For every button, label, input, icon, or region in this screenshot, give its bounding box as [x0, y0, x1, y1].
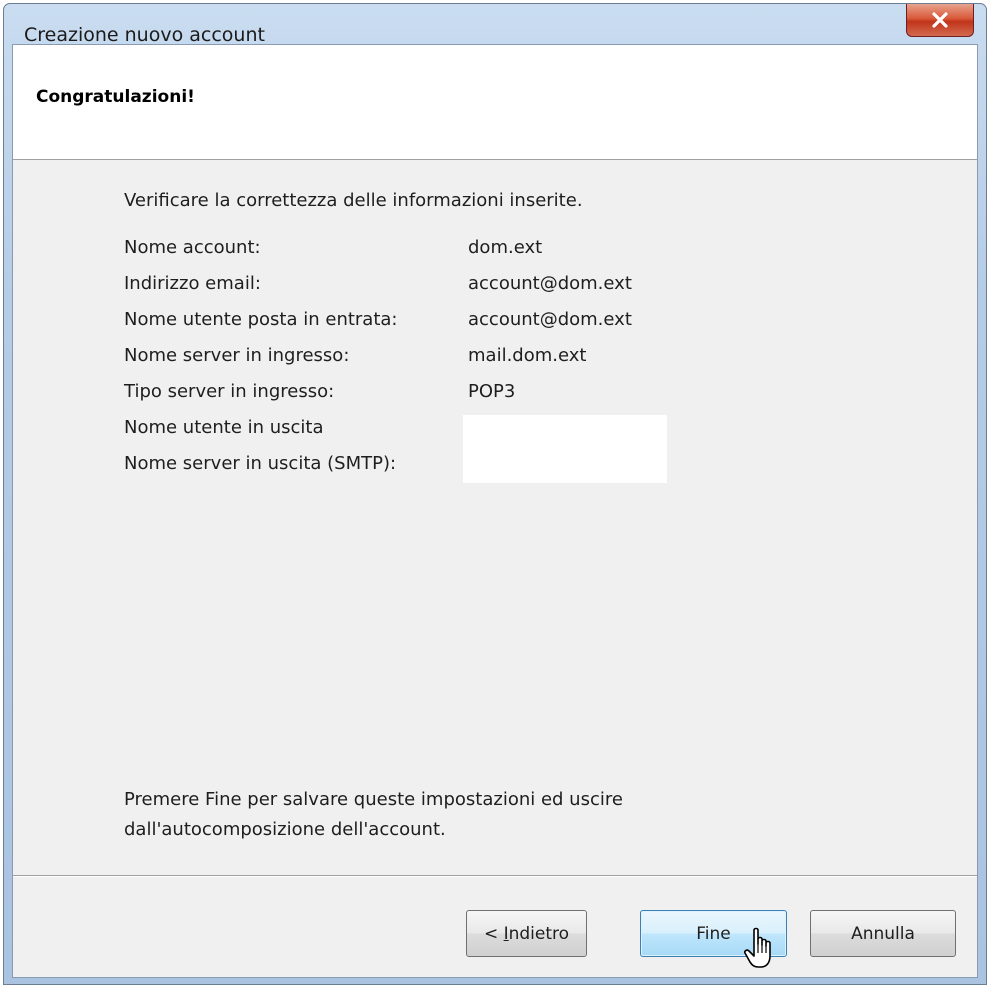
- info-value: mail.dom.ext: [468, 345, 587, 366]
- back-button-label: ndietro: [508, 923, 570, 944]
- info-label: Nome utente in uscita: [124, 417, 324, 438]
- back-button[interactable]: < Indietro: [466, 910, 587, 957]
- dialog-window: Creazione nuovo account Congratulazioni!…: [3, 3, 987, 985]
- button-separator: [13, 875, 977, 877]
- info-label: Nome utente posta in entrata:: [124, 309, 398, 330]
- back-button-prefix: <: [483, 923, 504, 944]
- close-icon: [932, 12, 948, 28]
- hand-pointer-cursor-icon: [744, 927, 771, 968]
- cancel-button[interactable]: Annulla: [810, 910, 956, 957]
- finish-button-label: Fine: [696, 923, 731, 944]
- cancel-button-label: Annulla: [851, 923, 915, 944]
- finish-instructions-line1: Premere Fine per salvare queste impostaz…: [124, 789, 623, 810]
- info-label: Nome account:: [124, 237, 261, 258]
- finish-instructions: Premere Fine per salvare queste impostaz…: [124, 785, 623, 845]
- info-value: account@dom.ext: [468, 273, 632, 294]
- info-label: Nome server in ingresso:: [124, 345, 350, 366]
- redacted-area: [463, 415, 667, 483]
- dialog-body: Congratulazioni! Verificare la correttez…: [12, 44, 978, 978]
- header-panel: Congratulazioni!: [13, 45, 977, 160]
- info-value: dom.ext: [468, 237, 543, 258]
- close-button[interactable]: [906, 4, 974, 37]
- info-value: account@dom.ext: [468, 309, 632, 330]
- window-title: Creazione nuovo account: [24, 24, 265, 46]
- info-value: POP3: [468, 381, 516, 402]
- info-label: Tipo server in ingresso:: [124, 381, 335, 402]
- finish-instructions-line2: dall'autocomposizione dell'account.: [124, 819, 446, 840]
- page-title: Congratulazioni!: [36, 87, 195, 107]
- info-label: Indirizzo email:: [124, 273, 261, 294]
- info-label: Nome server in uscita (SMTP):: [124, 453, 397, 474]
- intro-text: Verificare la correttezza delle informaz…: [124, 190, 583, 211]
